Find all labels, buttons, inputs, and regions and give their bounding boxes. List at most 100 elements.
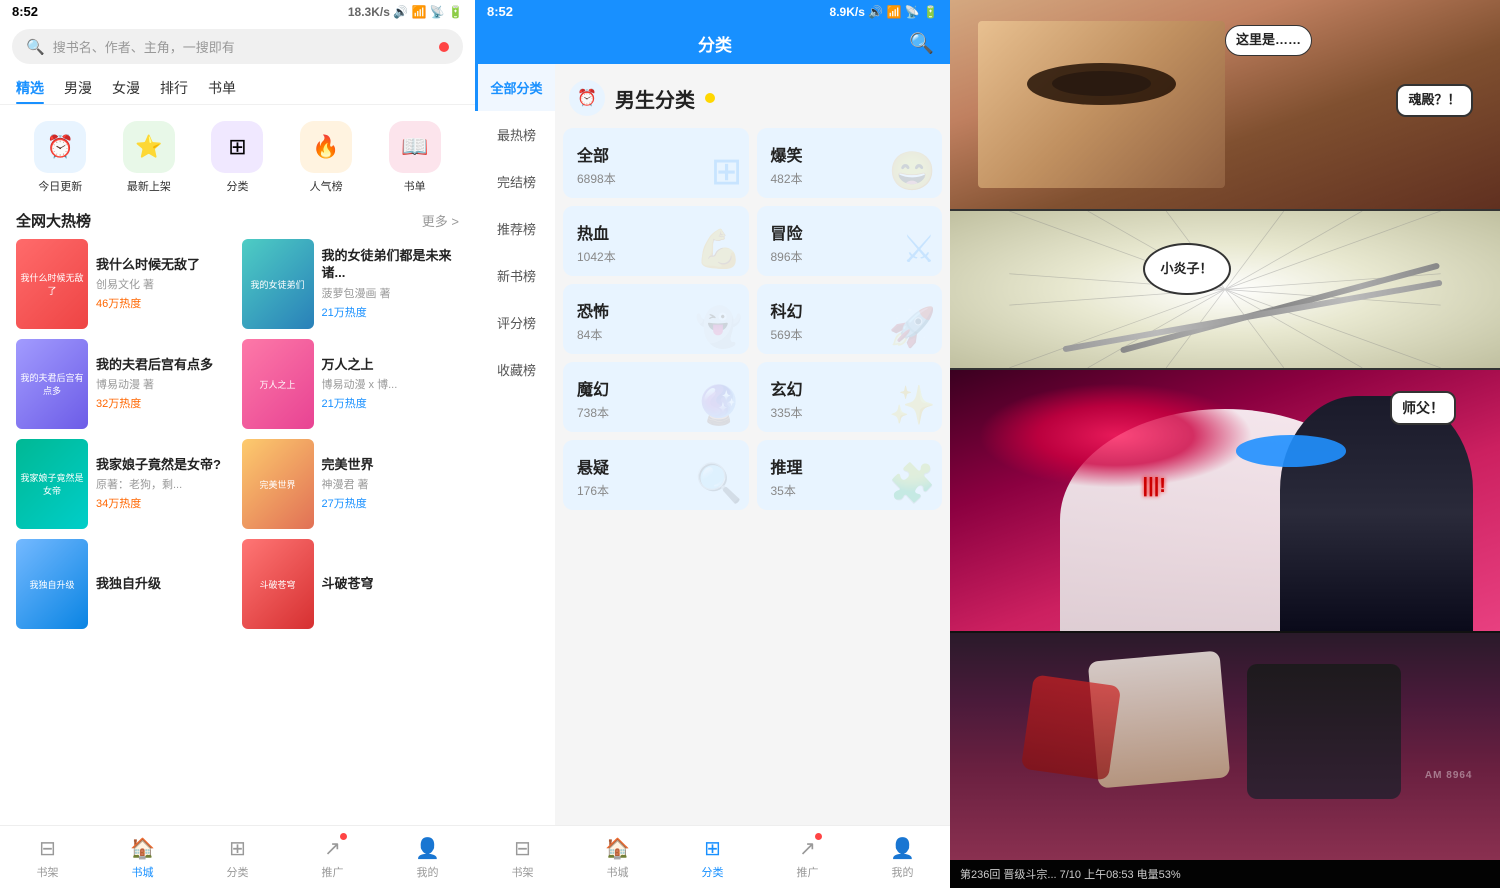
- bottom-nav-mid: ⊟ 书架 🏠 书城 ⊞ 分类 ↗ 推广 👤 我的: [475, 825, 950, 888]
- cat-bg-xuanhuan: ✨: [889, 384, 936, 428]
- bottom-nav-tuiguang-mid[interactable]: ↗ 推广: [760, 832, 855, 884]
- wode-label-mid: 我的: [892, 864, 914, 880]
- icon-popular[interactable]: 🔥 人气榜: [300, 121, 352, 194]
- bottom-nav-shucheng-mid[interactable]: 🏠 书城: [570, 832, 665, 884]
- male-badge: [705, 93, 715, 103]
- book-author-6: 神漫君 著: [322, 476, 460, 492]
- speech-bubble-1b: 魂殿？！: [1396, 84, 1472, 117]
- bottom-nav-wode-mid[interactable]: 👤 我的: [855, 832, 950, 884]
- icon-category[interactable]: ⊞ 分类: [211, 121, 263, 194]
- cat-card-mohuan[interactable]: 魔幻 738本 🔮: [563, 362, 749, 432]
- book-heat-3: 32万热度: [96, 395, 234, 411]
- cat-card-kehuan[interactable]: 科幻 569本 🚀: [757, 284, 943, 354]
- manga-panel-4[interactable]: AM 8964: [950, 633, 1500, 860]
- bottom-nav-left: ⊟ 书架 🏠 书城 ⊞ 分类 ↗ 推广 👤 我的: [0, 825, 475, 888]
- bottom-nav-fenlei-left[interactable]: ⊞ 分类: [190, 832, 285, 884]
- cat-main: ⏰ 男生分类 全部 6898本 ⊞ 爆笑 482本 😄 热血 1042: [555, 64, 950, 825]
- bottom-nav-shujia-left[interactable]: ⊟ 书架: [0, 832, 95, 884]
- bottom-nav-tuiguang-left[interactable]: ↗ 推广: [285, 832, 380, 884]
- cat-bg-all: ⊞: [711, 149, 743, 194]
- status-bar-left: 8:52 18.3K/s 🔊 📶 📡 🔋: [0, 0, 475, 23]
- cat-card-baoxiao[interactable]: 爆笑 482本 😄: [757, 128, 943, 198]
- cat-card-rexue[interactable]: 热血 1042本 💪: [563, 206, 749, 276]
- icon-booklist[interactable]: 📖 书单: [389, 121, 441, 194]
- sidebar-cat-newbook[interactable]: 新书榜: [475, 252, 555, 299]
- speech-bubble-1a: 这里是……: [1225, 25, 1312, 56]
- booklist-label: 书单: [404, 178, 426, 194]
- book-row-1: 我什么时候无敌了 我什么时候无敌了 创易文化 著 46万热度 我的女徒弟们 我的…: [8, 239, 467, 329]
- speech-bubble-2: 小炎子！: [1143, 243, 1231, 296]
- tab-nvman[interactable]: 女漫: [112, 72, 140, 104]
- tab-jingxuan[interactable]: 精选: [16, 72, 44, 104]
- sidebar-cat-rating[interactable]: 评分榜: [475, 299, 555, 346]
- bottom-nav-wode-left[interactable]: 👤 我的: [380, 832, 475, 884]
- book-author-2: 菠萝包漫画 著: [322, 285, 460, 301]
- nav-tabs: 精选 男漫 女漫 排行 书单: [0, 72, 475, 105]
- book-item-1[interactable]: 我什么时候无敌了 我什么时候无敌了 创易文化 著 46万热度: [16, 239, 234, 329]
- mid-content: 全部分类 最热榜 完结榜 推荐榜 新书榜 评分榜 收藏榜 ⏰ 男生分类 全部 6…: [475, 64, 950, 825]
- book-item-3[interactable]: 我的夫君后宫有点多 我的夫君后宫有点多 博易动漫 著 32万热度: [16, 339, 234, 429]
- shujia-icon-left: ⊟: [39, 836, 56, 861]
- cat-bg-kehuan: 🚀: [889, 306, 936, 350]
- book-info-4: 万人之上 博易动漫 x 博... 21万热度: [322, 339, 460, 429]
- panel-mid: 8:52 8.9K/s 🔊 📶 📡 🔋 分类 🔍 全部分类 最热榜 完结榜 推荐…: [475, 0, 950, 888]
- book-info-3: 我的夫君后宫有点多 博易动漫 著 32万热度: [96, 339, 234, 429]
- male-section-icon: ⏰: [569, 80, 605, 116]
- fenlei-label-mid: 分类: [702, 864, 724, 880]
- cat-card-kongbu[interactable]: 恐怖 84本 👻: [563, 284, 749, 354]
- book-item-6[interactable]: 完美世界 完美世界 神漫君 著 27万热度: [242, 439, 460, 529]
- sidebar-cat-recommend[interactable]: 推荐榜: [475, 205, 555, 252]
- book-cover-5: 我家娘子竟然是女帝: [16, 439, 88, 529]
- shujia-label-left: 书架: [37, 864, 59, 880]
- manga-panel-3[interactable]: |||! 师父！: [950, 370, 1500, 633]
- cat-bg-rexue: 💪: [695, 228, 742, 272]
- sidebar-cat-collection[interactable]: 收藏榜: [475, 346, 555, 393]
- book-heat-2: 21万热度: [322, 304, 460, 320]
- bottom-nav-shucheng-left[interactable]: 🏠 书城: [95, 832, 190, 884]
- icon-new-shelf[interactable]: ⭐ 最新上架: [123, 121, 175, 194]
- cat-card-xuanyi[interactable]: 悬疑 176本 🔍: [563, 440, 749, 510]
- search-mic-button[interactable]: [439, 42, 449, 52]
- book-author-1: 创易文化 著: [96, 276, 234, 292]
- sidebar-cat-finished[interactable]: 完结榜: [475, 158, 555, 205]
- status-network-mid: 8.9K/s 🔊 📶 📡 🔋: [830, 5, 938, 19]
- tuiguang-icon-mid: ↗: [799, 836, 816, 861]
- cat-card-all[interactable]: 全部 6898本 ⊞: [563, 128, 749, 198]
- cat-card-tuili[interactable]: 推理 35本 🧩: [757, 440, 943, 510]
- book-item-8[interactable]: 斗破苍穹 斗破苍穹: [242, 539, 460, 629]
- cat-card-maoxian[interactable]: 冒险 896本 ⚔: [757, 206, 943, 276]
- book-author-5: 原著：老狗，剩...: [96, 476, 234, 492]
- book-item-7[interactable]: 我独自升级 我独自升级: [16, 539, 234, 629]
- cat-grid: 全部 6898本 ⊞ 爆笑 482本 😄 热血 1042本 💪 冒险 896本: [563, 128, 942, 510]
- section-more-button[interactable]: 更多 >: [422, 211, 459, 230]
- book-author-4: 博易动漫 x 博...: [322, 376, 460, 392]
- header-search-button[interactable]: 🔍: [909, 31, 934, 56]
- tab-nanman[interactable]: 男漫: [64, 72, 92, 104]
- book-item-2[interactable]: 我的女徒弟们 我的女徒弟们都是未来诸... 菠萝包漫画 著 21万热度: [242, 239, 460, 329]
- book-list: 我什么时候无敌了 我什么时候无敌了 创易文化 著 46万热度 我的女徒弟们 我的…: [0, 239, 475, 825]
- manga-panel-1[interactable]: 这里是…… 魂殿？！: [950, 0, 1500, 211]
- category-header: 分类 🔍: [475, 23, 950, 64]
- manga-bottom-bar: 第236回 晋级斗宗... 7/10 上午08:53 电量53%: [950, 860, 1500, 888]
- speech-bubble-3: 师父！: [1390, 391, 1456, 425]
- book-cover-6: 完美世界: [242, 439, 314, 529]
- book-cover-8: 斗破苍穹: [242, 539, 314, 629]
- book-title-3: 我的夫君后宫有点多: [96, 357, 234, 374]
- fenlei-icon-left: ⊞: [229, 836, 246, 861]
- search-bar[interactable]: 🔍 搜书名、作者、主角，一搜即有: [12, 29, 463, 64]
- manga-panel-2[interactable]: 小炎子！: [950, 211, 1500, 370]
- tab-shudan[interactable]: 书单: [208, 72, 236, 104]
- section-header: 全网大热榜 更多 >: [0, 206, 475, 239]
- shujia-label-mid: 书架: [512, 864, 534, 880]
- search-icon: 🔍: [26, 38, 45, 56]
- icon-today-update[interactable]: ⏰ 今日更新: [34, 121, 86, 194]
- cat-card-xuanhuan[interactable]: 玄幻 335本 ✨: [757, 362, 943, 432]
- tab-paihang[interactable]: 排行: [160, 72, 188, 104]
- bottom-nav-shujia-mid[interactable]: ⊟ 书架: [475, 832, 570, 884]
- bottom-nav-fenlei-mid[interactable]: ⊞ 分类: [665, 832, 760, 884]
- book-item-4[interactable]: 万人之上 万人之上 博易动漫 x 博... 21万热度: [242, 339, 460, 429]
- sidebar-cat-all[interactable]: 全部分类: [475, 64, 555, 111]
- book-item-5[interactable]: 我家娘子竟然是女帝 我家娘子竟然是女帝? 原著：老狗，剩... 34万热度: [16, 439, 234, 529]
- status-time-left: 8:52: [12, 4, 38, 19]
- sidebar-cat-rehot[interactable]: 最热榜: [475, 111, 555, 158]
